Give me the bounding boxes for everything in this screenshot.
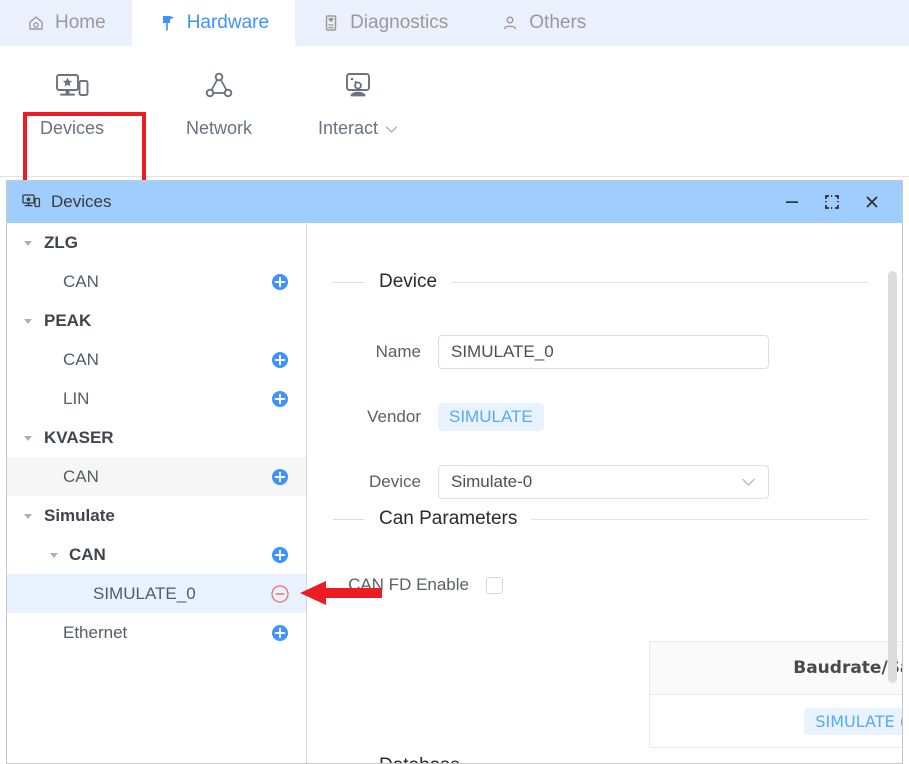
- ribbon-devices-label: Devices: [40, 118, 105, 138]
- section-title-device: Device: [379, 271, 438, 292]
- section-title-database: Database: [379, 755, 460, 763]
- field-row-vendor: Vendor SIMULATE: [321, 403, 544, 431]
- remove-device-icon[interactable]: [271, 584, 289, 603]
- tree-item-label: PEAK: [44, 310, 92, 330]
- section-header-can-parameters: Can Parameters: [333, 508, 868, 530]
- interact-icon: [336, 66, 380, 108]
- caret-down-icon[interactable]: [21, 509, 35, 523]
- tree-item-simulate[interactable]: Simulate: [7, 496, 306, 535]
- section-divider-right: [451, 281, 868, 283]
- caret-down-icon[interactable]: [21, 236, 35, 250]
- field-row-canfd: CAN FD Enable: [321, 575, 503, 595]
- close-button[interactable]: [852, 181, 892, 223]
- tree-item-can[interactable]: CAN: [7, 457, 306, 496]
- canfd-checkbox[interactable]: [486, 576, 503, 594]
- hardware-icon: [158, 13, 178, 33]
- baudrate-table-header: Baudrate/Sample Point: [650, 642, 902, 695]
- tree-item-lin[interactable]: LIN: [7, 379, 306, 418]
- device-select-value: Simulate-0: [451, 472, 533, 491]
- section-header-database: Database: [333, 755, 868, 763]
- add-device-icon[interactable]: [271, 351, 289, 369]
- tree-item-label: SIMULATE_0: [93, 583, 196, 603]
- add-device-icon[interactable]: [271, 390, 289, 408]
- section-header-device: Device: [333, 271, 868, 293]
- tree-item-kvaser[interactable]: KVASER: [7, 418, 306, 457]
- ribbon-interact-label: Interact: [318, 118, 398, 139]
- tree-item-can[interactable]: CAN: [7, 262, 306, 301]
- section-divider-left: [333, 518, 365, 520]
- tree-item-label: CAN: [63, 466, 99, 486]
- top-tab-bar: Home Hardware Diagnostics Others: [0, 0, 909, 46]
- ribbon-toolbar: Devices Network Interact: [0, 46, 909, 198]
- caret-down-icon[interactable]: [21, 431, 35, 445]
- tree-item-zlg[interactable]: ZLG: [7, 223, 306, 262]
- tab-hardware-label: Hardware: [186, 12, 270, 33]
- tree-item-label: KVASER: [44, 427, 114, 447]
- field-row-name: Name SIMULATE_0: [321, 335, 769, 369]
- devices-icon: [21, 192, 41, 212]
- minimize-button[interactable]: [772, 181, 812, 223]
- tree-item-label: CAN: [69, 544, 106, 564]
- ribbon-network-label: Network: [186, 118, 253, 138]
- vendor-label: Vendor: [367, 407, 421, 426]
- add-device-icon[interactable]: [271, 273, 289, 291]
- tree-item-label: CAN: [63, 349, 99, 369]
- vendor-value-badge: SIMULATE: [438, 403, 544, 431]
- tree-item-label: Simulate: [44, 505, 115, 525]
- tab-home-label: Home: [55, 12, 106, 33]
- name-input[interactable]: SIMULATE_0: [438, 335, 769, 369]
- tree-item-label: CAN: [63, 271, 99, 291]
- caret-down-icon[interactable]: [47, 548, 61, 562]
- add-device-icon[interactable]: [271, 624, 289, 642]
- devices-icon: [50, 66, 94, 108]
- ribbon-button-network[interactable]: Network: [186, 66, 252, 139]
- tree-item-label: LIN: [63, 388, 90, 408]
- panel-scrollbar[interactable]: [888, 227, 897, 760]
- tree-item-can[interactable]: CAN: [7, 340, 306, 379]
- section-title-can-parameters: Can Parameters: [379, 508, 518, 529]
- table-row: SIMULATE (don't care): [650, 695, 902, 747]
- tree-item-peak[interactable]: PEAK: [7, 301, 306, 340]
- dialog-title-label: Devices: [51, 192, 112, 211]
- app-root: Home Hardware Diagnostics Others Devices…: [0, 0, 909, 764]
- chevron-down-icon: [741, 472, 756, 492]
- diagnostics-icon: [321, 13, 341, 33]
- ribbon-button-devices[interactable]: Devices: [40, 66, 104, 139]
- tab-diagnostics-label: Diagnostics: [350, 12, 449, 33]
- home-icon: [26, 13, 46, 33]
- tree-item-ethernet[interactable]: Ethernet: [7, 613, 306, 652]
- person-icon: [500, 13, 520, 33]
- tab-hardware[interactable]: Hardware: [131, 0, 296, 46]
- add-device-icon[interactable]: [271, 468, 289, 486]
- name-label: Name: [375, 342, 421, 361]
- field-row-device: Device Simulate-0: [321, 465, 769, 499]
- devices-dialog: Devices ZLG CAN PEAK CAN LIN KVASER CAN …: [6, 180, 903, 764]
- baudrate-table: Baudrate/Sample Point SIMULATE (don't ca…: [649, 641, 902, 748]
- dialog-body: ZLG CAN PEAK CAN LIN KVASER CAN Simulate CAN SIMU…: [7, 223, 902, 763]
- chevron-down-icon: [385, 118, 398, 139]
- dialog-title-bar: Devices: [7, 181, 902, 223]
- device-select[interactable]: Simulate-0: [438, 465, 769, 499]
- section-divider-left: [333, 281, 365, 283]
- caret-down-icon[interactable]: [21, 314, 35, 328]
- window-controls: [772, 181, 902, 223]
- section-divider-right: [531, 518, 868, 520]
- scrollbar-thumb[interactable]: [888, 271, 897, 683]
- tab-diagnostics[interactable]: Diagnostics: [295, 0, 474, 46]
- maximize-button[interactable]: [812, 181, 852, 223]
- tab-others[interactable]: Others: [474, 0, 612, 46]
- device-label: Device: [369, 472, 421, 491]
- tree-item-label: Ethernet: [63, 622, 128, 642]
- ribbon-button-interact[interactable]: Interact: [318, 66, 398, 139]
- network-icon: [197, 66, 241, 108]
- tab-others-label: Others: [529, 12, 587, 33]
- tree-item-label: ZLG: [44, 232, 78, 252]
- tree-item-simulate-0[interactable]: SIMULATE_0: [7, 574, 306, 613]
- add-device-icon[interactable]: [271, 546, 289, 564]
- tab-home[interactable]: Home: [0, 0, 132, 46]
- device-settings-panel: Device Name SIMULATE_0 Vendor SIMULATE D…: [307, 223, 902, 763]
- tree-item-can[interactable]: CAN: [7, 535, 306, 574]
- device-tree[interactable]: ZLG CAN PEAK CAN LIN KVASER CAN Simulate CAN SIMU…: [7, 223, 307, 763]
- canfd-label: CAN FD Enable: [348, 575, 469, 594]
